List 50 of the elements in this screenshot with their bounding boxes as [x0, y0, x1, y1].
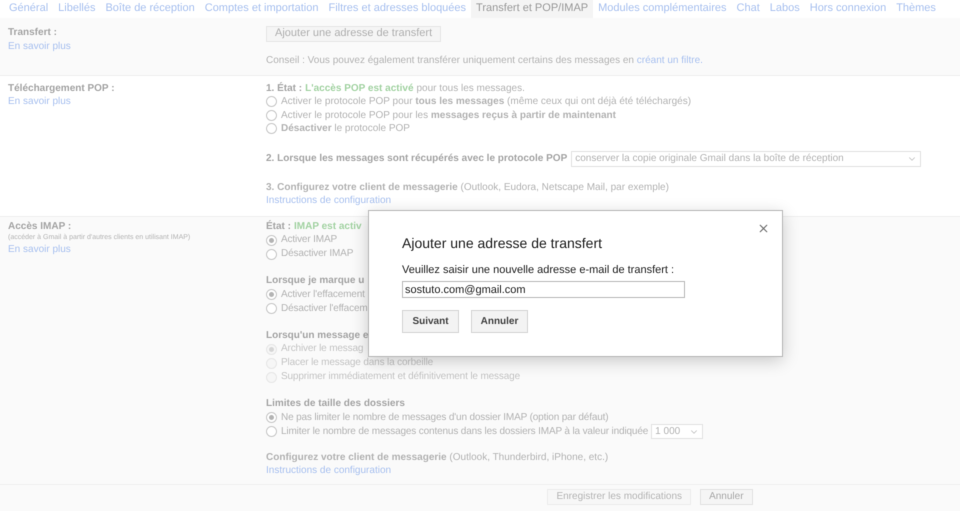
radio-label: Désactiver IMAP — [281, 247, 354, 261]
option-heading: Lorsqu'un message e — [266, 328, 368, 342]
radio-label: Désactiver le protocole POP — [281, 122, 410, 136]
tip-text: Conseil : Vous pouvez également transférer uniquement certains des messages en créant un filtre. — [266, 54, 703, 68]
radio-button[interactable] — [266, 248, 277, 260]
radio-label: Activer IMAP — [281, 233, 337, 247]
radio-button[interactable] — [266, 110, 277, 121]
learn-more-link[interactable]: En savoir plus — [8, 243, 266, 256]
radio-button[interactable] — [266, 412, 277, 423]
radio-label: Activer le protocole POP pour les messages reçus à partir de maintenant — [281, 108, 616, 122]
status-label: 1. État : — [266, 82, 302, 95]
radio-button[interactable] — [266, 289, 277, 300]
option-label: 2. Lorsque les messages sont récupérés avec le protocole POP — [266, 152, 568, 166]
limit-select[interactable]: 1 000 — [651, 424, 704, 439]
section-label: Transfert : — [8, 26, 58, 40]
instructions-link[interactable]: Instructions de configuration — [266, 464, 392, 478]
close-icon[interactable] — [757, 222, 770, 235]
pop-action-select[interactable]: conserver la copie originale Gmail dans la boîte de réception — [571, 150, 922, 166]
radio-label: Ne pas limiter le nombre de messages d'un dossier IMAP (option par défaut) — [281, 410, 608, 424]
status-label: État : — [266, 220, 291, 233]
email-input-field[interactable]: sostuto.com@gmail.com — [402, 281, 685, 298]
next-button[interactable]: Suivant — [402, 310, 459, 333]
radio-button[interactable] — [266, 426, 277, 437]
radio-button[interactable] — [266, 303, 277, 314]
create-filter-link[interactable]: créant un filtre. — [636, 55, 703, 66]
radio-button[interactable] — [266, 96, 277, 108]
learn-more-link[interactable]: En savoir plus — [8, 95, 266, 108]
cancel-button[interactable]: Annuler — [700, 488, 753, 504]
status-value: IMAP est activ — [294, 220, 362, 233]
radio-button[interactable] — [266, 234, 277, 246]
radio-label: Désactiver l'effacem — [281, 302, 368, 316]
dialog-prompt: Veuillez saisir une nouvelle adresse e-mail de transfert : — [402, 263, 676, 277]
radio-button[interactable] — [266, 123, 277, 134]
dialog-title: Ajouter une adresse de transfert — [402, 234, 604, 252]
radio-label: Activer l'effacement — [281, 288, 365, 302]
settings-tab[interactable]: Transfert et POP/IMAP — [471, 0, 594, 18]
config-text: Configurez votre client de messagerie (Outlook, Thunderbird, iPhone, etc.) — [266, 450, 610, 464]
section-label: Accès IMAP : — [8, 220, 72, 233]
learn-more-link[interactable]: En savoir plus — [8, 40, 266, 53]
section-label: Téléchargement POP : — [8, 82, 116, 95]
option-heading: Lorsque je marque u — [266, 274, 364, 288]
add-forwarding-address-button[interactable]: Ajouter une adresse de transfert — [266, 26, 442, 42]
status-value: L'accès POP est activé — [305, 82, 414, 95]
instructions-link[interactable]: Instructions de configuration — [266, 194, 392, 208]
config-text: 3. Configurez votre client de messagerie (Outlook, Eudora, Netscape Mail, par exemple) — [266, 180, 670, 194]
radio-label: Activer le protocole POP pour tous les messages (même ceux qui ont déjà été téléchargés) — [281, 95, 692, 108]
option-heading: Limites de taille des dossiers — [266, 397, 405, 410]
radio-label: Limiter le nombre de messages contenus dans les dossiers IMAP à la valeur indiquée — [281, 424, 648, 438]
cancel-button[interactable]: Annuler — [471, 310, 528, 333]
status-text: pour tous les messages. — [416, 82, 525, 95]
